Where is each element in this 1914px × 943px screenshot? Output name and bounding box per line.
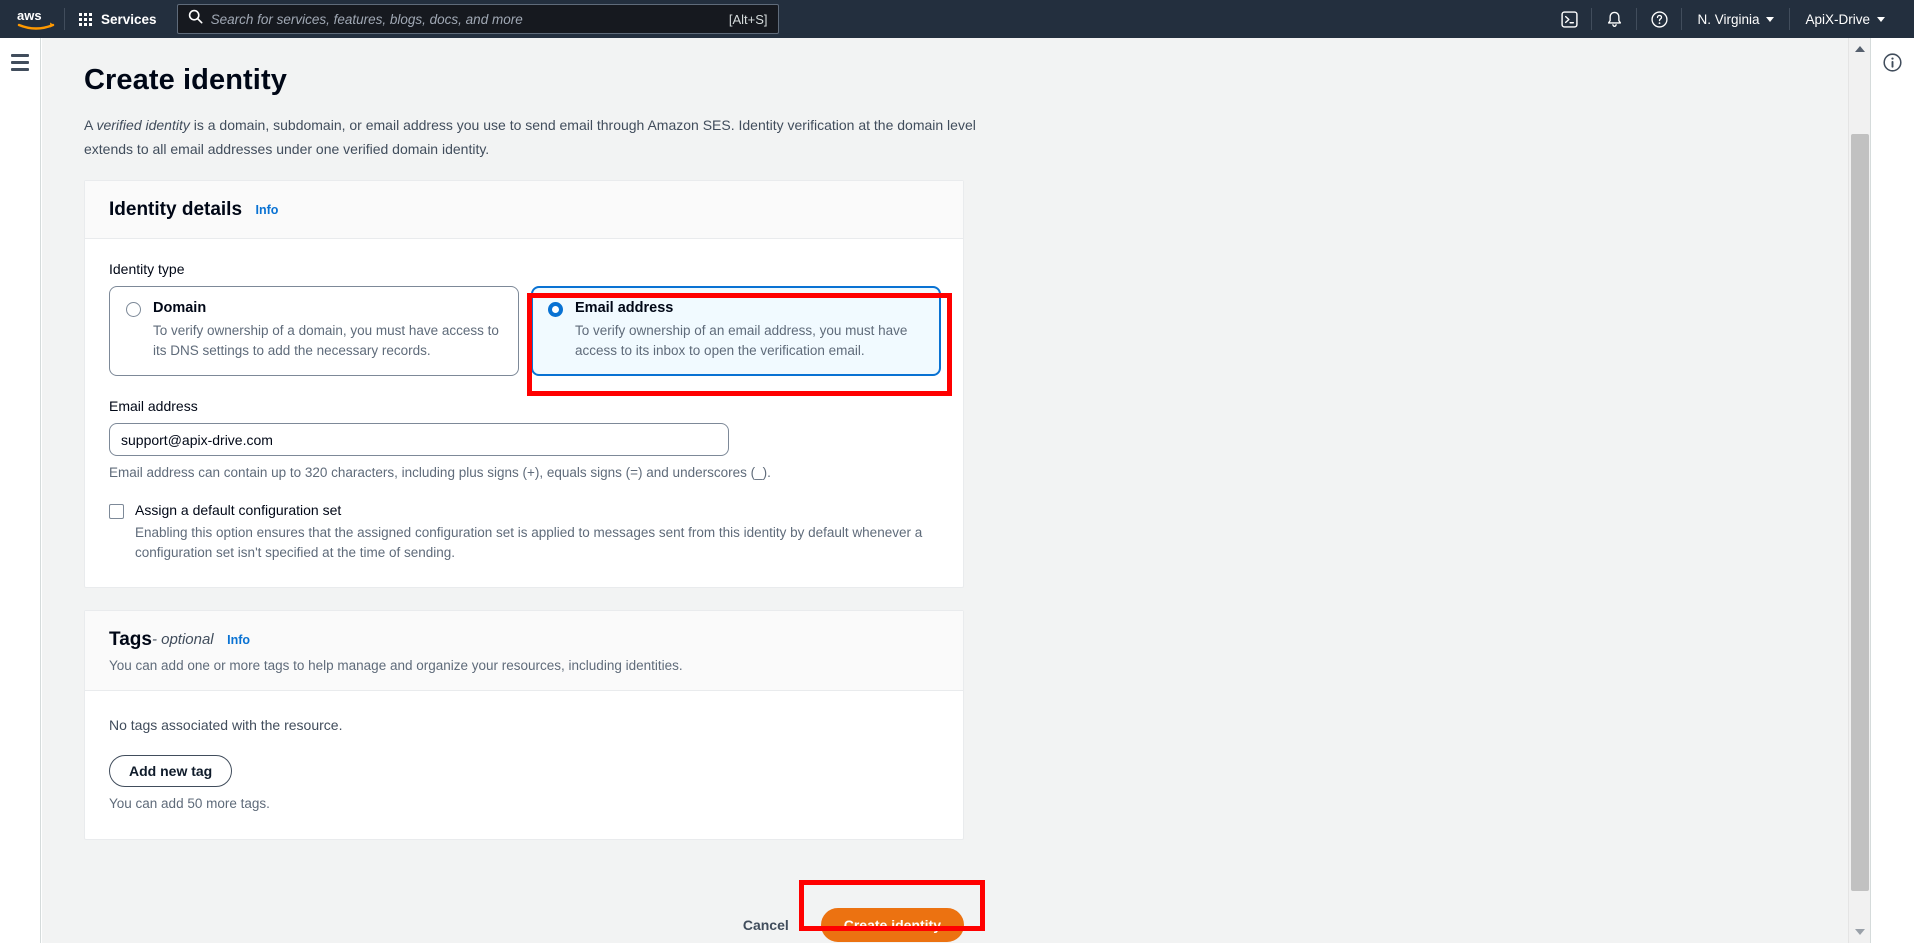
identity-type-label: Identity type — [109, 261, 185, 277]
identity-type-option-email-address-title: Email address — [575, 300, 674, 316]
aws-logo[interactable]: aws — [0, 0, 62, 38]
scroll-down-arrow-icon[interactable] — [1849, 921, 1871, 943]
page-description: A verified identity is a domain, subdoma… — [84, 113, 984, 161]
create-identity-button[interactable]: Create identity — [820, 908, 964, 942]
identity-details-panel: Identity details Info Identity type Doma… — [84, 180, 964, 588]
svg-text:aws: aws — [17, 8, 42, 23]
chevron-down-icon — [1766, 16, 1775, 22]
email-address-hint: Email address can contain up to 320 char… — [109, 465, 771, 480]
assign-configuration-set-label: Assign a default configuration set — [135, 502, 342, 518]
question-circle-icon[interactable] — [1637, 0, 1681, 38]
email-address-value: support@apix-drive.com — [121, 431, 273, 448]
tags-info-link[interactable]: Info — [227, 633, 250, 647]
search-input[interactable]: Search for services, features, blogs, do… — [176, 4, 779, 34]
account-menu[interactable]: ApiX-Drive — [1790, 0, 1900, 38]
email-address-input[interactable]: support@apix-drive.com — [109, 423, 729, 456]
nav-divider — [64, 8, 65, 30]
assign-configuration-set-description: Enabling this option ensures that the as… — [135, 525, 923, 560]
tags-empty-message: No tags associated with the resource. — [109, 717, 343, 733]
identity-type-option-email-address[interactable]: Email address To verify ownership of an … — [531, 286, 941, 376]
identity-type-option-domain-description: To verify ownership of a domain, you mus… — [153, 323, 499, 358]
scrollbar-thumb[interactable] — [1851, 134, 1869, 891]
cloudshell-icon[interactable] — [1547, 0, 1591, 38]
page-description-post: is a domain, subdomain, or email address… — [84, 117, 976, 157]
identity-type-option-domain-title: Domain — [153, 300, 207, 316]
page-title: Create identity — [84, 64, 287, 96]
tags-remaining-note: You can add 50 more tags. — [109, 796, 270, 811]
identity-details-title: Identity details — [109, 199, 243, 220]
default-configuration-set-row[interactable]: Assign a default configuration set Enabl… — [109, 502, 939, 563]
page-description-pre: A — [84, 117, 97, 133]
info-icon[interactable] — [1882, 52, 1903, 943]
assign-configuration-set-checkbox[interactable] — [109, 504, 124, 519]
hamburger-menu-icon[interactable] — [11, 54, 29, 943]
grid-icon — [79, 12, 92, 26]
search-placeholder-text: Search for services, features, blogs, do… — [210, 11, 523, 27]
page-description-emphasis: verified identity — [96, 117, 190, 133]
radio-email-address[interactable] — [548, 302, 563, 317]
tags-description: You can add one or more tags to help man… — [109, 658, 683, 673]
page-scrollbar[interactable] — [1848, 38, 1870, 943]
region-label: N. Virginia — [1697, 11, 1760, 27]
identity-type-option-email-address-description: To verify ownership of an email address,… — [575, 323, 908, 358]
identity-type-option-domain[interactable]: Domain To verify ownership of a domain, … — [109, 286, 519, 376]
region-selector[interactable]: N. Virginia — [1682, 0, 1789, 38]
identity-details-header: Identity details Info — [85, 181, 963, 239]
identity-type-radio-group: Domain To verify ownership of a domain, … — [109, 286, 941, 376]
bell-icon[interactable] — [1592, 0, 1636, 38]
tags-panel: Tags- optional Info You can add one or m… — [84, 610, 964, 840]
search-shortcut-hint: [Alt+S] — [728, 11, 768, 27]
identity-details-info-link[interactable]: Info — [255, 203, 278, 217]
email-address-label: Email address — [109, 398, 198, 414]
cancel-button[interactable]: Cancel — [729, 908, 803, 942]
tags-header: Tags- optional Info You can add one or m… — [85, 611, 963, 691]
chevron-down-icon — [1877, 16, 1885, 22]
form-footer-actions: Cancel Create identity — [84, 908, 964, 942]
tags-optional-suffix: - optional — [151, 631, 214, 649]
account-label: ApiX-Drive — [1805, 11, 1870, 27]
services-menu-button[interactable]: Services — [67, 0, 169, 38]
top-navigation-bar: aws Services Search for services, featur… — [0, 0, 1914, 38]
radio-domain[interactable] — [126, 302, 141, 317]
right-panel-rail — [1870, 38, 1914, 943]
add-new-tag-button[interactable]: Add new tag — [109, 755, 233, 787]
identity-details-body: Identity type Domain To verify ownership… — [85, 239, 963, 587]
services-label: Services — [101, 11, 157, 27]
tags-body: No tags associated with the resource. Ad… — [85, 691, 963, 839]
nav-right-group: N. Virginia ApiX-Drive — [1547, 0, 1914, 38]
scroll-up-arrow-icon[interactable] — [1849, 38, 1871, 60]
left-navigation-rail — [0, 38, 41, 943]
search-icon — [188, 9, 203, 29]
tags-title: Tags — [109, 629, 152, 650]
main-content-area: Create identity A verified identity is a… — [42, 38, 1848, 943]
